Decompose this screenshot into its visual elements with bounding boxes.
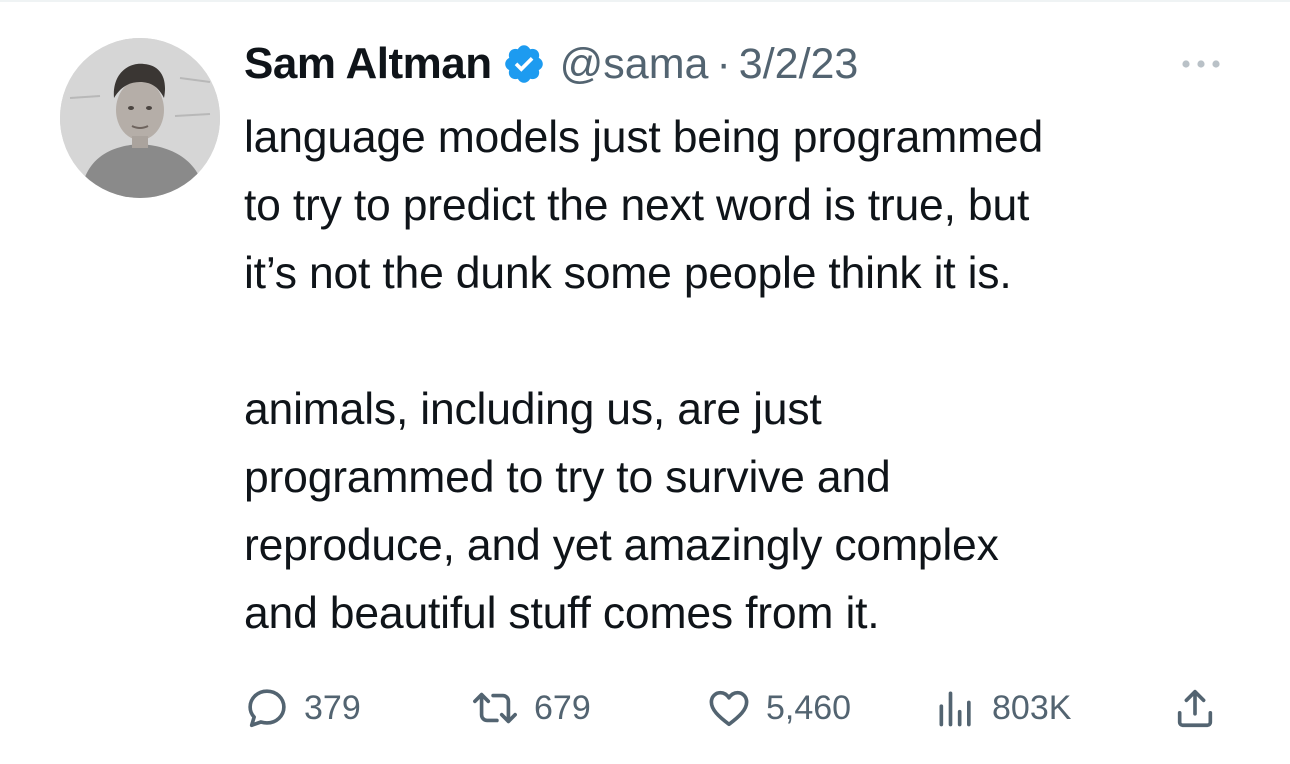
reply-count: 379 — [304, 688, 361, 727]
tweet-paragraph: animals, including us, are just programm… — [244, 385, 999, 638]
reply-icon — [248, 689, 286, 728]
tweet-header: Sam Altman @sama · 3/2/23 — [244, 34, 858, 94]
tweet-paragraph: language models just being programmed to… — [244, 113, 1044, 298]
view-count: 803K — [992, 688, 1072, 727]
more-icon[interactable] — [1176, 52, 1226, 76]
tweet-date[interactable]: 3/2/23 — [739, 40, 859, 89]
reply-button[interactable]: 379 — [244, 680, 361, 736]
like-count: 5,460 — [766, 688, 852, 727]
avatar-photo — [60, 38, 220, 198]
views-button[interactable]: 803K — [934, 680, 1071, 736]
header-separator: · — [716, 39, 731, 88]
share-icon — [1177, 689, 1213, 728]
verified-badge-icon[interactable] — [502, 42, 546, 86]
share-button[interactable] — [1172, 680, 1218, 736]
author-display-name[interactable]: Sam Altman — [244, 39, 492, 89]
like-button[interactable]: 5,460 — [706, 680, 851, 736]
views-icon — [939, 691, 971, 727]
retweet-count: 679 — [534, 688, 591, 727]
retweet-icon — [473, 692, 517, 724]
retweet-button[interactable]: 679 — [470, 680, 591, 736]
avatar[interactable] — [60, 38, 220, 198]
tweet[interactable]: Sam Altman @sama · 3/2/23 language model… — [0, 0, 1290, 764]
author-handle[interactable]: @sama — [560, 40, 709, 89]
tweet-text: language models just being programmed to… — [244, 104, 1254, 648]
heart-icon — [709, 690, 749, 727]
tweet-actions: 379 679 5,460 803K — [244, 680, 1234, 736]
